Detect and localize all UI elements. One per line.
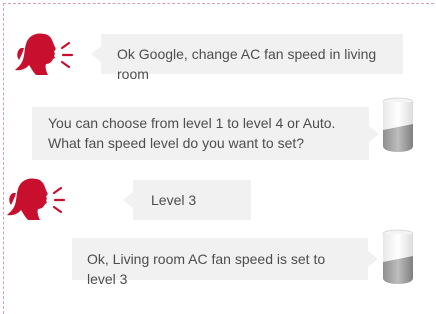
bubble-tail	[368, 251, 378, 267]
message-text-line: You can choose from level 1 to level 4 o…	[48, 115, 336, 131]
message-text-line: What fan speed level do you want to set?	[48, 135, 305, 151]
bubble-tail	[369, 125, 379, 142]
bubble-tail	[123, 192, 133, 208]
bubble-tail	[91, 46, 101, 62]
message-text: Level 3	[151, 192, 197, 208]
smart-speaker-icon	[380, 96, 416, 159]
chat-bubble-user: Level 3	[123, 180, 251, 220]
chat-bubble-assistant: Ok, Living room AC fan speed is set to l…	[72, 238, 378, 287]
person-speaking-icon	[14, 28, 76, 85]
smart-speaker-icon	[380, 228, 416, 291]
chat-bubble-user: Ok Google, change AC fan speed in living…	[91, 34, 403, 82]
person-speaking-icon	[6, 173, 68, 230]
chat-bubble-assistant: You can choose from level 1 to level 4 o…	[32, 107, 379, 160]
